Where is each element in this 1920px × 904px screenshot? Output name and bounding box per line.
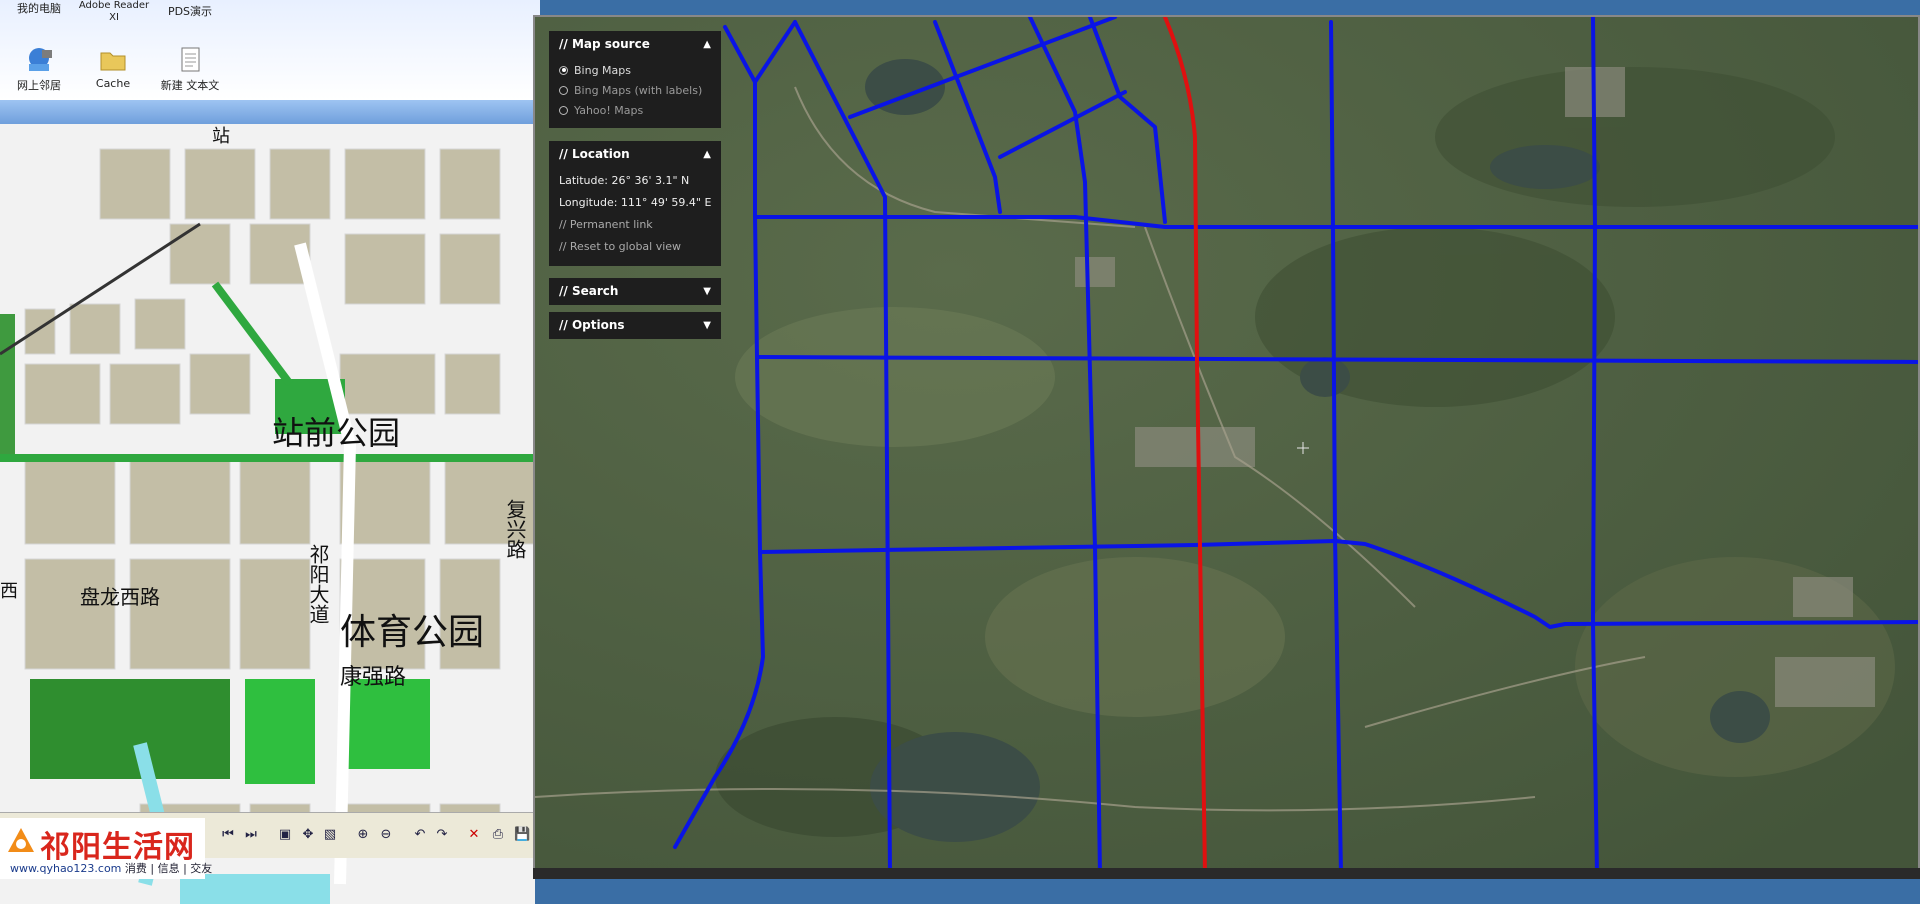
zoom-in-icon[interactable]: ⊕	[355, 827, 371, 843]
plan-label: 祁阳大道	[306, 544, 330, 624]
rotate-right-icon[interactable]: ↷	[434, 827, 450, 843]
location-title: // Location	[559, 147, 630, 161]
satellite-map-window[interactable]: // Map source ▲ Bing Maps Bing Maps (wit…	[533, 15, 1920, 872]
text-document-icon	[175, 46, 205, 74]
next-icon[interactable]: ⏭	[243, 827, 259, 843]
plan-label: 西	[0, 581, 18, 602]
radio-unselected-icon	[559, 105, 568, 115]
search-panel[interactable]: // Search ▼	[549, 278, 721, 305]
save-icon[interactable]: 💾	[514, 827, 530, 843]
plan-label: 体育公园	[340, 612, 484, 653]
rotate-left-icon[interactable]: ↶	[412, 827, 428, 843]
options-header[interactable]: // Options ▼	[549, 312, 721, 339]
map-source-header[interactable]: // Map source ▲	[549, 31, 721, 58]
map-source-option-bing[interactable]: Bing Maps	[559, 60, 711, 80]
expand-arrow-icon[interactable]: ▼	[703, 278, 711, 305]
planning-map: 站前公园 盘龙西路 体育公园 康强路 祁阳大道 复兴路 西 站	[0, 124, 535, 904]
map-source-title: // Map source	[559, 37, 650, 51]
desktop-icon-label: Adobe Reader XI	[78, 0, 150, 23]
logo-mark-icon	[8, 828, 34, 852]
delete-icon[interactable]: ✕	[466, 827, 482, 843]
options-panel[interactable]: // Options ▼	[549, 312, 721, 339]
search-title: // Search	[559, 284, 619, 298]
desktop-icon-label: 新建 文本文	[160, 79, 220, 92]
latitude-readout: Latitude: 26° 36' 3.1" N	[559, 174, 690, 187]
map-source-panel: // Map source ▲ Bing Maps Bing Maps (wit…	[549, 31, 721, 128]
plan-label: 站前公园	[272, 414, 400, 452]
folder-icon	[98, 46, 128, 74]
plan-label: 复兴路	[503, 499, 527, 559]
desktop: 我的电脑 Adobe Reader XI PDS演示 网上邻居 Cache 新建…	[0, 0, 540, 100]
network-places-icon	[24, 46, 54, 74]
longitude-readout: Longitude: 111° 49' 59.4" E	[559, 196, 712, 209]
location-header[interactable]: // Location ▲	[549, 141, 721, 168]
options-title: // Options	[559, 318, 625, 332]
map-source-option-label: Bing Maps (with labels)	[574, 83, 703, 97]
logo-url: www.qyhao123.com	[10, 862, 122, 875]
satellite-map-canvas[interactable]	[535, 17, 1920, 872]
collapse-arrow-icon[interactable]: ▲	[703, 31, 711, 58]
best-fit-icon[interactable]: ▣	[277, 827, 293, 843]
logo-subtitle: www.qyhao123.com 消费 | 信息 | 交友	[10, 860, 212, 876]
search-header[interactable]: // Search ▼	[549, 278, 721, 305]
collapse-arrow-icon[interactable]: ▲	[703, 141, 711, 168]
taskbar-strip	[533, 868, 1920, 879]
desktop-icon-pds[interactable]: PDS演示	[145, 0, 235, 19]
permanent-link[interactable]: // Permanent link	[559, 214, 711, 236]
plan-label: 盘龙西路	[80, 585, 160, 609]
radio-selected-icon	[559, 65, 568, 75]
radio-unselected-icon	[559, 85, 568, 95]
viewer-title-bar[interactable]	[0, 100, 535, 124]
map-source-option-label: Yahoo! Maps	[574, 103, 644, 117]
desktop-icon-label: PDS演示	[167, 5, 213, 18]
print-icon[interactable]: ⎙	[490, 827, 506, 843]
map-source-option-yahoo[interactable]: Yahoo! Maps	[559, 100, 711, 120]
expand-arrow-icon[interactable]: ▼	[703, 312, 711, 339]
map-source-option-label: Bing Maps	[574, 63, 631, 77]
map-source-option-bing-labels[interactable]: Bing Maps (with labels)	[559, 80, 711, 100]
previous-icon[interactable]: ⏮	[220, 827, 236, 843]
move-icon[interactable]: ✥	[300, 827, 316, 843]
reset-global-view-link[interactable]: // Reset to global view	[559, 236, 711, 258]
image-viewer-window: 站前公园 盘龙西路 体育公园 康强路 祁阳大道 复兴路 西 站 ⏮ ⏭ ▣ ✥ …	[0, 100, 535, 904]
desktop-icon-text-document[interactable]: 新建 文本文	[145, 46, 235, 93]
zoom-out-icon[interactable]: ⊖	[378, 827, 394, 843]
logo-tags: 消费 | 信息 | 交友	[124, 862, 213, 875]
plan-label: 站	[212, 126, 230, 147]
site-logo: 祁阳生活网 www.qyhao123.com 消费 | 信息 | 交友	[0, 818, 212, 879]
slideshow-icon[interactable]: ▧	[322, 827, 338, 843]
plan-label: 康强路	[340, 665, 406, 690]
location-panel: // Location ▲ Latitude: 26° 36' 3.1" N L…	[549, 141, 721, 266]
